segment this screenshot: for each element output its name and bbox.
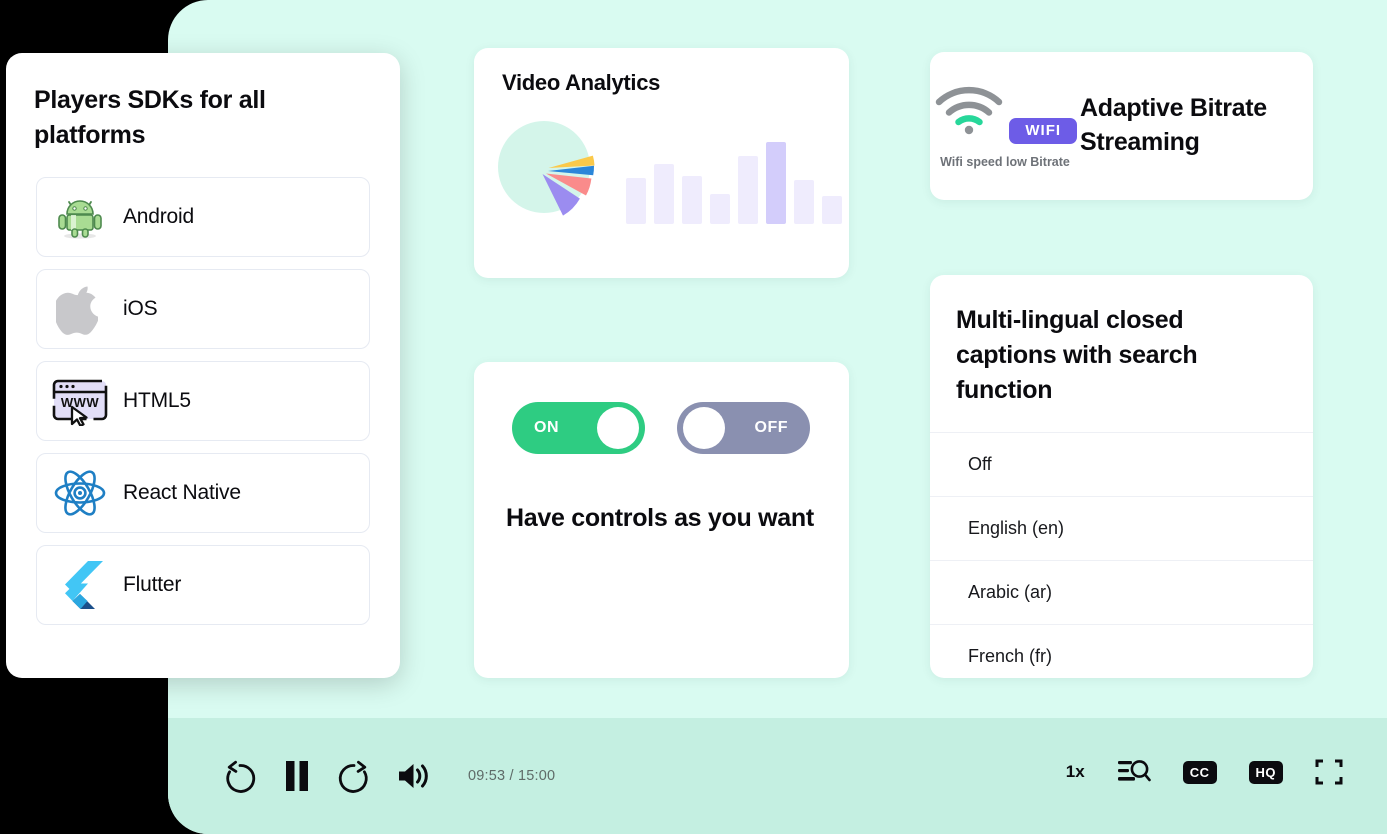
sdk-item-label: iOS: [123, 297, 158, 320]
high-quality-button[interactable]: HQ: [1248, 760, 1283, 784]
wifi-caption: Wifi speed low Bitrate: [940, 155, 1070, 170]
video-analytics-title: Video Analytics: [502, 70, 661, 95]
sdk-item-html5[interactable]: WWW HTML5: [36, 361, 370, 441]
bar-highlighted: [766, 142, 786, 224]
sdk-item-react-native[interactable]: React Native: [36, 453, 370, 533]
apple-icon: [37, 283, 123, 335]
bar: [738, 156, 758, 224]
sdk-item-label: HTML5: [123, 389, 191, 412]
playback-time: 09:53 / 15:00: [468, 768, 556, 784]
app-root: Players SDKs for all platforms Android i…: [0, 0, 1387, 834]
sdk-item-label: Flutter: [123, 573, 182, 596]
toggle-off-label: OFF: [754, 419, 788, 436]
bar: [822, 196, 842, 224]
toggle-row: ON OFF: [512, 402, 849, 454]
players-sdk-title: Players SDKs for all platforms: [34, 86, 266, 149]
sdk-item-label: Android: [123, 205, 194, 228]
rewind-10-icon[interactable]: [222, 757, 258, 795]
bar: [710, 194, 730, 224]
closed-captions-card: Multi-lingual closed captions with searc…: [930, 275, 1313, 678]
flutter-icon: [37, 559, 123, 611]
bar: [682, 176, 702, 224]
toggle-off[interactable]: OFF: [677, 402, 810, 454]
players-sdk-card: Players SDKs for all platforms Android i…: [6, 53, 400, 678]
sdk-item-ios[interactable]: iOS: [36, 269, 370, 349]
caption-option-english[interactable]: English (en): [930, 496, 1313, 560]
html5-browser-icon: WWW: [37, 376, 123, 426]
pause-icon[interactable]: [282, 759, 312, 793]
android-icon: [37, 192, 123, 242]
controls-card: ON OFF Have controls as you want: [474, 362, 849, 678]
wifi-icon: [935, 87, 1003, 135]
video-analytics-card: Video Analytics: [474, 48, 849, 278]
toggle-off-knob[interactable]: [683, 407, 725, 449]
wifi-badge: WIFI: [1009, 118, 1078, 145]
toggle-on-knob[interactable]: [597, 407, 639, 449]
caption-option-off[interactable]: Off: [930, 432, 1313, 496]
closed-captions-button[interactable]: CC: [1182, 760, 1217, 784]
video-analytics-charts: [474, 112, 849, 232]
wifi-block: WIFI Wifi speed low Bitrate: [930, 81, 1080, 171]
fullscreen-icon[interactable]: [1315, 758, 1343, 786]
bar: [654, 164, 674, 224]
analytics-bar-chart: [626, 118, 842, 224]
toggle-on[interactable]: ON: [512, 402, 645, 454]
caption-option-arabic[interactable]: Arabic (ar): [930, 560, 1313, 624]
sdk-item-android[interactable]: Android: [36, 177, 370, 257]
bar: [626, 178, 646, 224]
forward-10-icon[interactable]: [336, 757, 372, 795]
toggle-on-label: ON: [534, 419, 559, 436]
adaptive-bitrate-title: Adaptive Bitrate Streaming: [1080, 94, 1267, 156]
volume-icon[interactable]: [396, 759, 432, 793]
bar: [794, 180, 814, 224]
react-icon: [37, 467, 123, 519]
caption-option-french[interactable]: French (fr): [930, 624, 1313, 688]
player-controls-right: 1x CC HQ: [1066, 757, 1343, 787]
sdk-item-label: React Native: [123, 481, 241, 504]
adaptive-bitrate-card: WIFI Wifi speed low Bitrate Adaptive Bit…: [930, 52, 1313, 200]
players-sdk-list: Android iOS WWW HTML5 React Native Flutt…: [36, 177, 370, 625]
analytics-pie-chart: [492, 112, 602, 227]
playback-speed-button[interactable]: 1x: [1066, 762, 1085, 782]
controls-card-caption: Have controls as you want: [506, 504, 814, 532]
transcript-search-icon[interactable]: [1117, 757, 1151, 787]
player-controls-left: 09:53 / 15:00: [222, 757, 555, 795]
sdk-item-flutter[interactable]: Flutter: [36, 545, 370, 625]
caption-language-list: Off English (en) Arabic (ar) French (fr): [930, 432, 1313, 688]
svg-text:WWW: WWW: [61, 395, 100, 410]
closed-captions-title: Multi-lingual closed captions with searc…: [956, 306, 1198, 404]
